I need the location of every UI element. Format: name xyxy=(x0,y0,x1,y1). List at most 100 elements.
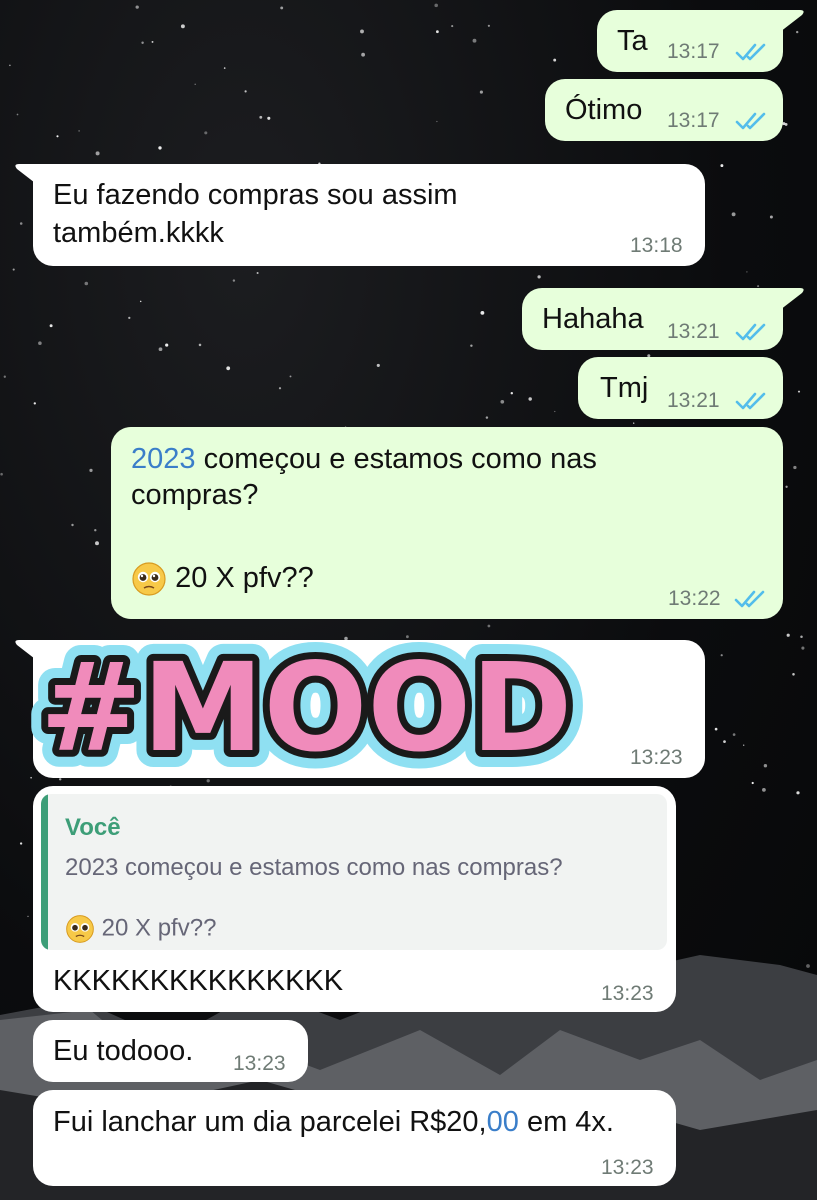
message-text: Eu fazendo compras sou assim xyxy=(53,179,458,211)
message-incoming[interactable]: Fui lanchar um dia parcelei R$20,00 em 4… xyxy=(33,1090,676,1186)
star xyxy=(71,523,74,527)
star xyxy=(361,52,365,57)
star xyxy=(537,275,541,279)
message-incoming[interactable]: Eu fazendo compras sou assim também.kkkk… xyxy=(15,164,705,266)
double-check-icon xyxy=(735,112,766,130)
star xyxy=(244,90,247,93)
star xyxy=(27,915,29,918)
message-time: 13:17 xyxy=(667,40,720,63)
star xyxy=(793,465,797,470)
star xyxy=(500,399,505,404)
star xyxy=(720,164,724,168)
star xyxy=(232,279,236,282)
star xyxy=(806,964,810,968)
double-check-icon xyxy=(734,590,765,608)
message-text: Tmj xyxy=(600,372,649,404)
star xyxy=(0,472,3,476)
double-check-icon xyxy=(735,323,766,341)
star xyxy=(9,64,11,67)
message-text: 2023 começou e estamos como nas xyxy=(131,440,597,478)
star xyxy=(128,316,131,320)
message-text-rest: começou e estamos como nas xyxy=(195,443,597,475)
double-check-icon xyxy=(735,43,766,61)
star xyxy=(165,343,169,347)
number-link[interactable]: 00 xyxy=(487,1106,519,1138)
star xyxy=(206,779,210,783)
message-text: Ótimo xyxy=(565,94,643,126)
message-text: também.kkkk xyxy=(53,217,224,249)
star xyxy=(800,635,803,639)
quoted-message[interactable]: Você 2023 começou e estamos como nas com… xyxy=(41,794,667,950)
year-link[interactable]: 2023 xyxy=(131,443,196,475)
star xyxy=(633,422,635,424)
star xyxy=(289,375,292,378)
message-time: 13:23 xyxy=(601,982,654,1005)
star xyxy=(436,120,438,123)
star xyxy=(723,740,726,743)
message-text-line: 20 X pfv?? xyxy=(131,559,314,597)
star xyxy=(12,268,15,271)
message-outgoing[interactable]: Tmj 13:21 xyxy=(578,357,783,419)
star xyxy=(19,222,23,225)
message-text: Fui lanchar um dia parcelei R$20,00 em 4… xyxy=(53,1103,614,1141)
star xyxy=(38,341,42,345)
star xyxy=(480,310,485,315)
message-text: Hahaha xyxy=(542,303,644,335)
star xyxy=(751,781,754,785)
message-text: 20 X pfv?? xyxy=(175,562,314,594)
quote-author: Você xyxy=(65,814,121,841)
star xyxy=(472,38,477,43)
star xyxy=(94,529,97,532)
star xyxy=(78,130,80,132)
star xyxy=(49,324,53,328)
quote-text-line: 20 X pfv?? xyxy=(65,914,216,944)
message-outgoing[interactable]: Ta 13:17 xyxy=(597,10,804,72)
message-incoming-reply[interactable]: Você 2023 começou e estamos como nas com… xyxy=(33,786,676,1012)
star xyxy=(56,135,59,138)
quote-text: 20 X pfv?? xyxy=(101,914,217,942)
message-time: 13:22 xyxy=(668,587,721,610)
star xyxy=(158,347,163,352)
message-time: 13:17 xyxy=(667,109,720,132)
star xyxy=(141,41,144,45)
bubble-tail xyxy=(780,10,804,32)
star xyxy=(479,90,483,94)
message-incoming[interactable]: Eu todooo. 13:23 xyxy=(33,1020,308,1082)
star xyxy=(470,344,473,347)
pleading-face-icon xyxy=(132,562,166,596)
star xyxy=(732,733,736,736)
star xyxy=(786,633,790,637)
star xyxy=(204,131,208,135)
quote-text: 2023 começou e estamos como nas compras? xyxy=(65,854,563,881)
mood-sticker[interactable]: #MOOD #MOOD #MOOD xyxy=(16,628,656,778)
star xyxy=(360,29,364,34)
star xyxy=(180,24,185,29)
double-check-icon xyxy=(735,392,766,410)
star xyxy=(757,285,760,288)
star xyxy=(95,151,100,156)
star xyxy=(89,468,93,473)
star xyxy=(731,212,736,217)
star xyxy=(451,25,454,28)
quote-bar xyxy=(41,794,48,950)
message-time: 13:18 xyxy=(630,234,683,257)
star xyxy=(553,58,557,62)
star xyxy=(278,387,282,390)
message-text: compras? xyxy=(131,479,259,511)
star xyxy=(769,215,773,219)
message-time: 13:21 xyxy=(667,389,720,412)
star xyxy=(510,392,513,395)
star xyxy=(487,24,490,27)
message-text-end: em 4x. xyxy=(518,1106,614,1138)
message-outgoing[interactable]: Hahaha 13:21 xyxy=(522,288,804,350)
message-outgoing[interactable]: Ótimo 13:17 xyxy=(545,79,783,141)
star xyxy=(487,624,491,628)
chat-screen: { "messages": [ {"text": "Ta", "time": "… xyxy=(0,0,817,1200)
star xyxy=(785,485,788,488)
star xyxy=(259,115,263,119)
message-text: KKKKKKKKKKKKKKK xyxy=(53,965,344,997)
star xyxy=(135,5,139,9)
message-outgoing[interactable]: 2023 começou e estamos como nas compras?… xyxy=(111,427,783,619)
message-time: 13:21 xyxy=(667,320,720,343)
message-text: Ta xyxy=(617,25,648,57)
